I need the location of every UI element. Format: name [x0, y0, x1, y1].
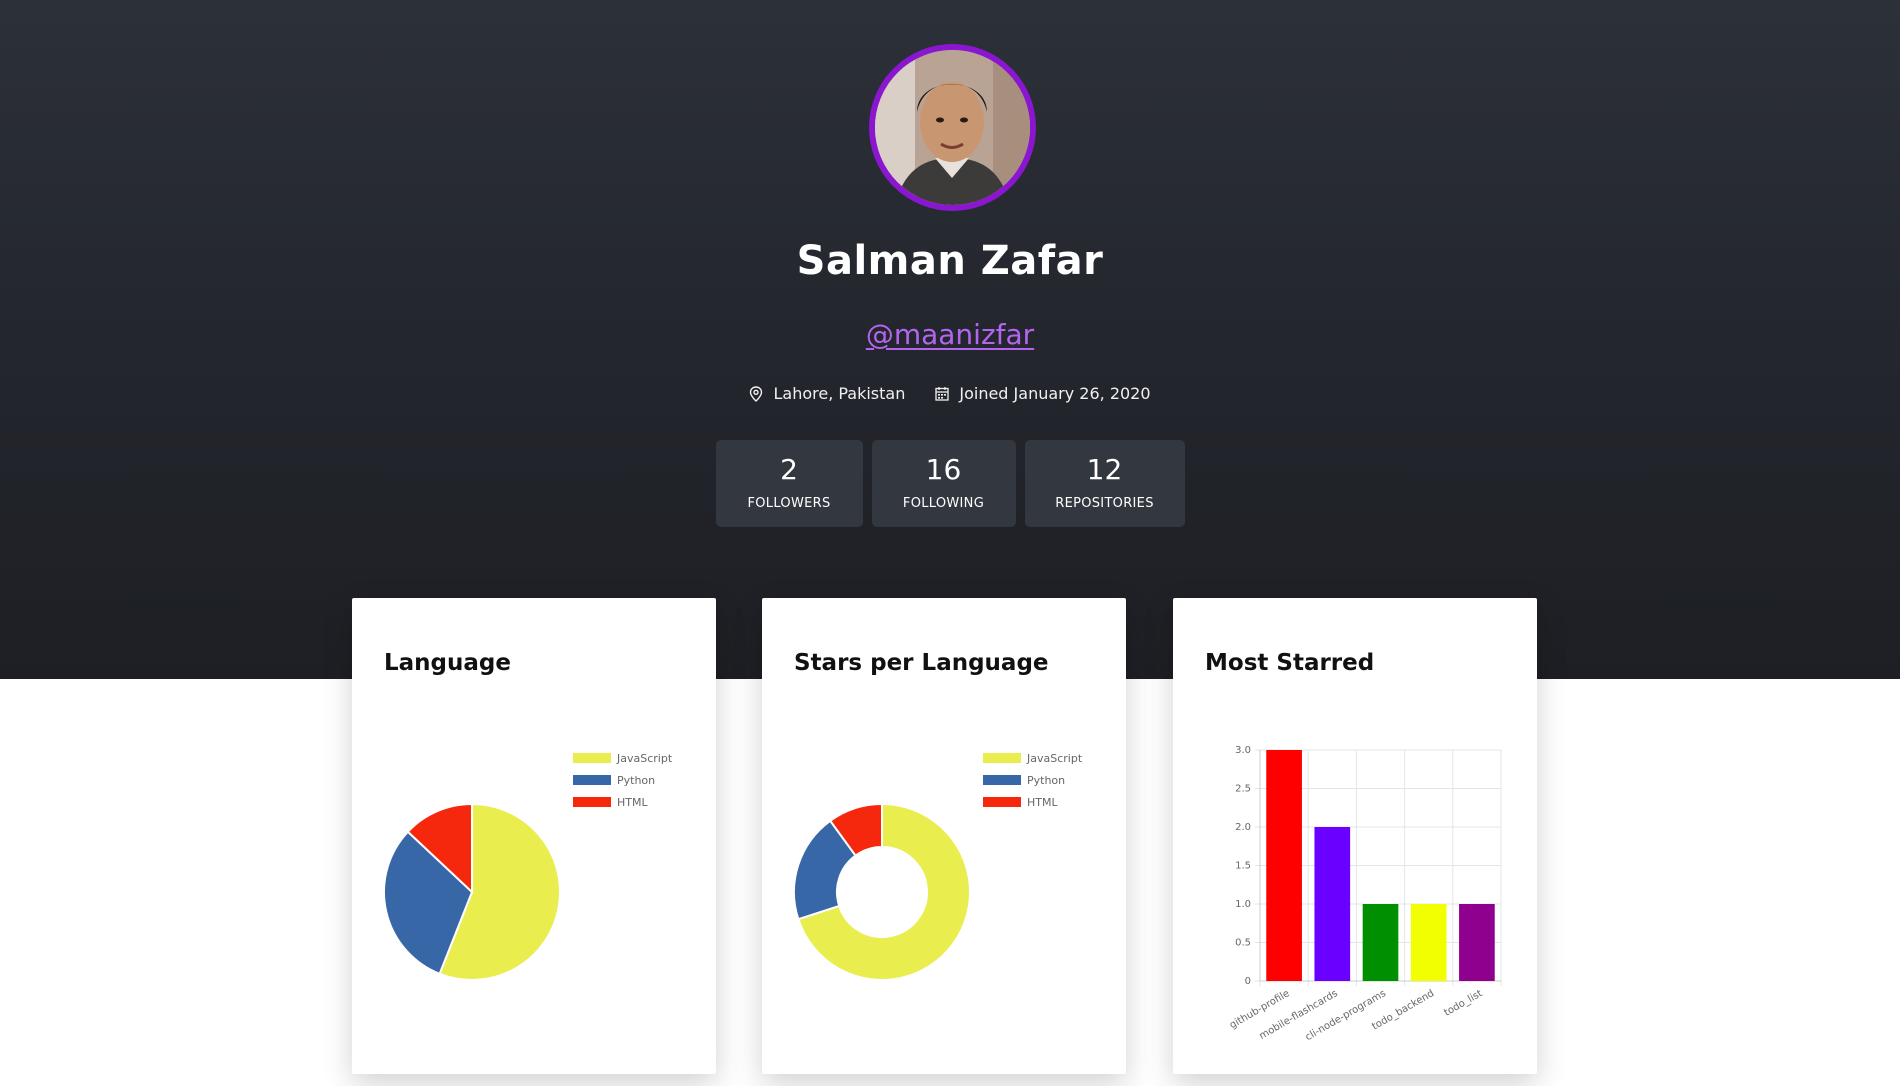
stars-card: Stars per Language JavaScript Python HTML: [762, 598, 1126, 1074]
y-tick-label: 2.5: [1235, 784, 1251, 795]
map-pin-icon: [750, 385, 763, 402]
legend-swatch-html[interactable]: [573, 797, 611, 807]
language-card: Language JavaScript Python HTML: [352, 598, 716, 1074]
legend-label-python[interactable]: Python: [1027, 774, 1065, 787]
most-starred-card: Most Starred 0 0.5 1.0 1.5 2.0 2.5 3.0 github-p…: [1173, 598, 1537, 1074]
profile-meta: Lahore, Pakistan Joined January 26, 2020: [0, 384, 1900, 403]
legend-label-python[interactable]: Python: [617, 774, 655, 787]
stars-donut-chart: JavaScript Python HTML: [793, 752, 1083, 981]
location-item: Lahore, Pakistan: [749, 384, 905, 403]
user-name: Salman Zafar: [796, 238, 1104, 284]
legend-swatch-javascript[interactable]: [983, 753, 1021, 763]
repositories-stat[interactable]: 12 REPOSITORIES: [1024, 440, 1185, 527]
avatar-photo: [875, 50, 1030, 205]
repositories-count: 12: [1086, 453, 1123, 486]
bar-mobile-flashcards[interactable]: [1314, 827, 1351, 981]
following-stat[interactable]: 16 FOLLOWING: [871, 440, 1016, 527]
profile-link[interactable]: @maanizfar: [866, 318, 1034, 351]
repositories-label: REPOSITORIES: [1055, 496, 1154, 511]
bar-todo-list[interactable]: [1459, 904, 1495, 981]
user-handle: @maanizfar: [0, 318, 1900, 351]
avatar: [869, 44, 1036, 211]
y-tick-label: 2.0: [1235, 822, 1251, 833]
legend-label-html[interactable]: HTML: [617, 796, 648, 809]
joined-item: Joined January 26, 2020: [935, 384, 1151, 403]
y-tick-label: 1.5: [1235, 861, 1251, 872]
bar-github-profile[interactable]: [1266, 750, 1302, 981]
x-tick-label: mobile-flashcards: [1258, 988, 1340, 1042]
y-tick-label: 1.0: [1235, 899, 1251, 910]
legend-swatch-javascript[interactable]: [573, 753, 611, 763]
followers-stat[interactable]: 2 FOLLOWERS: [715, 440, 863, 527]
most-starred-bar-chart: 00.51.01.52.02.53.0github-profilemobile-…: [1228, 745, 1502, 1043]
x-tick-label: cli-node-programs: [1304, 988, 1388, 1043]
profile-header: Salman Zafar @maanizfar Lahore, Pakistan: [0, 0, 1900, 679]
legend-swatch-python[interactable]: [573, 775, 611, 785]
y-tick-label: 0.5: [1235, 938, 1251, 949]
following-label: FOLLOWING: [902, 496, 985, 511]
followers-label: FOLLOWERS: [747, 496, 831, 511]
bar-todo-backend[interactable]: [1410, 904, 1447, 981]
joined-text: Joined January 26, 2020: [959, 384, 1151, 403]
x-tick-label: todo_list: [1442, 988, 1484, 1019]
legend-label-javascript[interactable]: JavaScript: [1026, 752, 1083, 765]
followers-count: 2: [780, 453, 798, 486]
language-pie-chart: JavaScript Python HTML: [383, 752, 673, 981]
y-tick-label: 0: [1245, 976, 1251, 987]
bar-cli-node-programs[interactable]: [1362, 904, 1399, 981]
calendar-icon: [935, 387, 950, 401]
legend-swatch-html[interactable]: [983, 797, 1021, 807]
y-tick-label: 3.0: [1235, 745, 1251, 756]
legend-label-javascript[interactable]: JavaScript: [616, 752, 673, 765]
legend-swatch-python[interactable]: [983, 775, 1021, 785]
stats-row: 2 FOLLOWERS 16 FOLLOWING 12 REPOSITORIES: [0, 440, 1900, 527]
following-count: 16: [925, 453, 962, 486]
location-text: Lahore, Pakistan: [773, 384, 906, 403]
legend-label-html[interactable]: HTML: [1027, 796, 1058, 809]
